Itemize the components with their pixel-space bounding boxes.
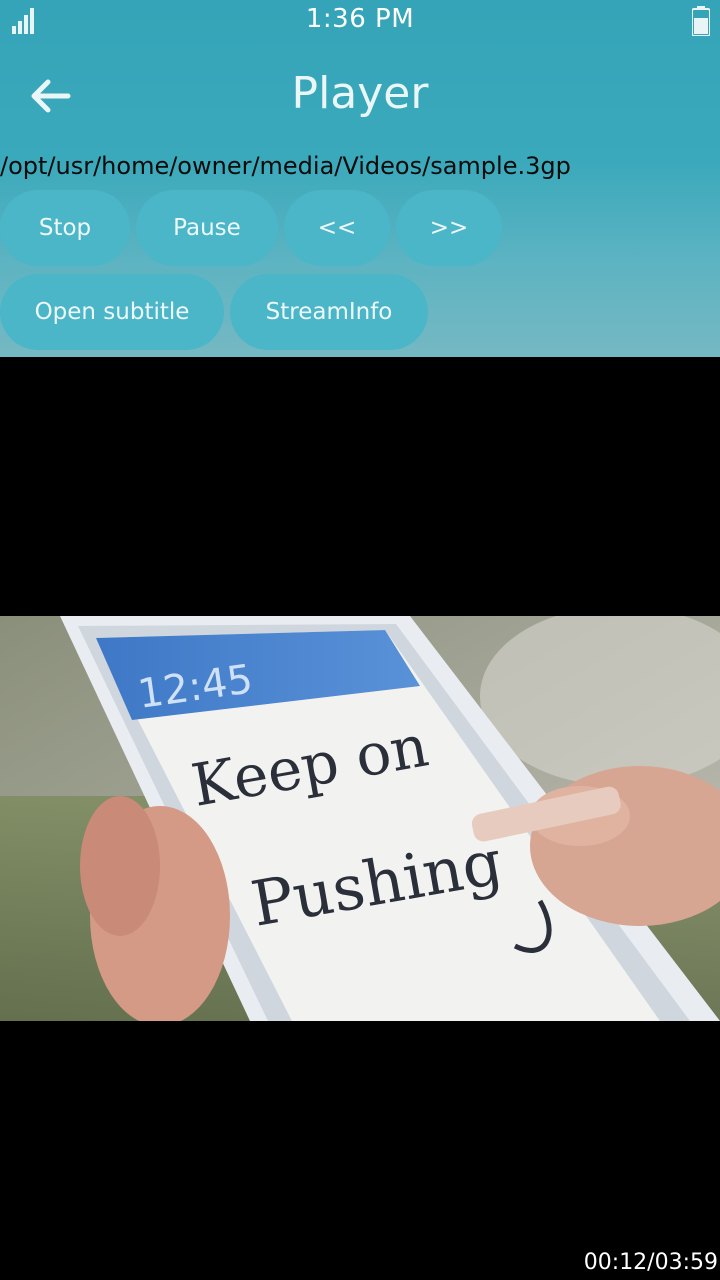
file-path-label: /opt/usr/home/owner/media/Videos/sample.…	[0, 152, 571, 180]
app-header: Player	[0, 50, 720, 142]
stream-info-button[interactable]: StreamInfo	[230, 274, 428, 350]
page-title: Player	[291, 68, 429, 119]
video-content: 12:45 Keep on Pushing	[0, 616, 720, 1021]
pause-button[interactable]: Pause	[136, 190, 278, 266]
battery-icon	[692, 6, 710, 36]
player-screen: 1:36 PM Player /opt/usr/home/owner/media…	[0, 0, 720, 1280]
open-subtitle-button[interactable]: Open subtitle	[0, 274, 224, 350]
rewind-button[interactable]: <<	[284, 190, 390, 266]
status-time: 1:36 PM	[305, 4, 415, 34]
stop-button[interactable]: Stop	[0, 190, 130, 266]
status-bar: 1:36 PM	[0, 0, 720, 40]
forward-button[interactable]: >>	[396, 190, 502, 266]
video-frame[interactable]: 12:45 Keep on Pushing	[0, 616, 720, 1021]
control-panel: 1:36 PM Player /opt/usr/home/owner/media…	[0, 0, 720, 357]
playback-timecode: 00:12/03:59	[583, 1250, 718, 1275]
